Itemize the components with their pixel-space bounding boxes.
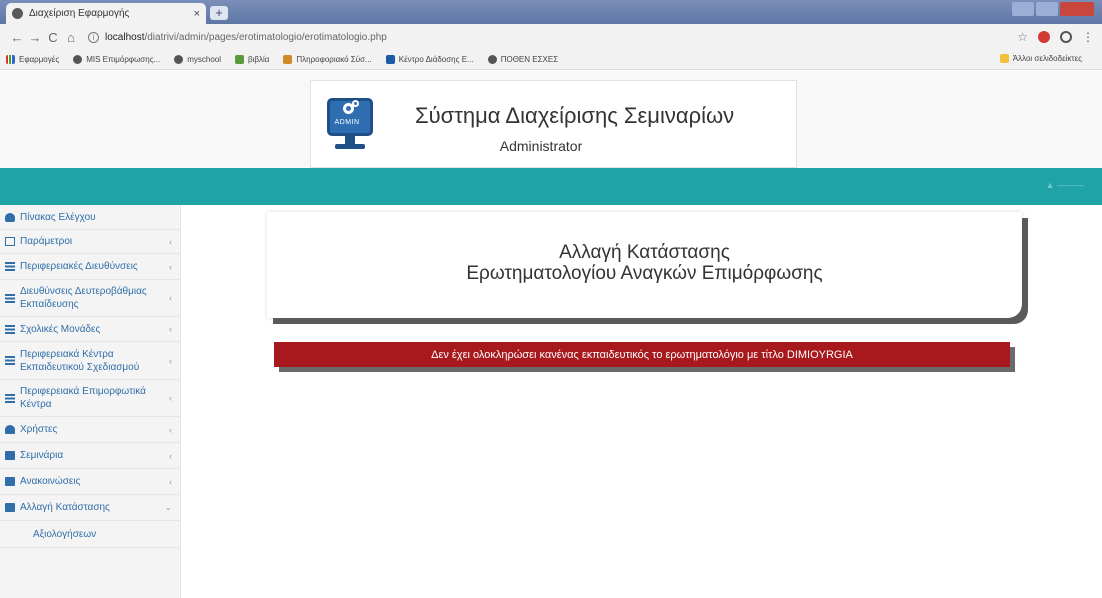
globe-icon: [12, 8, 23, 19]
parameters-icon: [5, 237, 15, 246]
globe-icon: [73, 55, 83, 64]
globe-icon: [174, 55, 184, 64]
list-icon: [5, 262, 15, 271]
bookmark-books[interactable]: βιβλία: [235, 55, 269, 64]
panel-heading-line1: Αλλαγή Κατάστασης: [559, 242, 730, 263]
browser-tab-bar: Διαχείριση Εφαρμογής × +: [0, 0, 1102, 24]
page-title: Σύστημα Διαχείρισης Σεμιναρίων: [415, 103, 735, 128]
forward-icon[interactable]: →: [26, 30, 44, 45]
panel-heading-line2: Ερωτηματολογίου Αναγκών Επιμόρφωσης: [466, 263, 823, 284]
sidebar-item-regional-directorates[interactable]: Περιφερειακές Διευθύνσεις ‹: [0, 254, 180, 280]
more-menu-icon[interactable]: ⋮: [1082, 30, 1094, 44]
chevron-left-icon: ‹: [169, 393, 172, 403]
chevron-left-icon: ‹: [169, 424, 172, 435]
globe-icon: [487, 55, 497, 64]
minimize-button[interactable]: [1012, 2, 1034, 16]
bookmarks-bar: Εφαρμογές MIS Επιμόρφωσης... myschool βι…: [0, 50, 1102, 70]
account-icon[interactable]: [1060, 31, 1072, 43]
sidebar-item-regional-planning-centers[interactable]: Περιφερειακά Κέντρα Εκπαιδευτικού Σχεδια…: [0, 342, 180, 380]
center-icon: [385, 55, 395, 64]
bookmark-pothen[interactable]: ΠΟΘΕΝ ΕΣΧΕΣ: [487, 55, 558, 64]
dashboard-icon: [5, 212, 15, 222]
status-change-panel: Αλλαγή Κατάστασης Ερωτηματολογίου Αναγκώ…: [267, 212, 1022, 318]
bookmark-apps[interactable]: Εφαρμογές: [6, 55, 59, 64]
reload-icon[interactable]: C: [44, 30, 62, 45]
page-subtitle: Administrator: [499, 138, 583, 154]
books-icon: [235, 55, 245, 64]
url-host: localhost: [105, 31, 145, 43]
folder-icon: [999, 54, 1009, 63]
sidebar-item-users[interactable]: Χρήστες ‹: [0, 417, 180, 443]
info-icon[interactable]: i: [88, 31, 99, 43]
chevron-left-icon: ‹: [169, 476, 172, 487]
chevron-left-icon: ‹: [169, 355, 172, 366]
adblock-icon[interactable]: [1038, 31, 1050, 43]
alert-text: Δεν έχει ολοκληρώσει κανένας εκπαιδευτικ…: [431, 348, 853, 361]
list-icon: [5, 324, 15, 334]
new-tab-button[interactable]: +: [210, 6, 228, 20]
bookmark-myschool[interactable]: myschool: [174, 55, 221, 64]
chevron-left-icon: ‹: [169, 450, 172, 461]
chevron-down-icon: ⌄: [164, 502, 172, 512]
folder-icon: [5, 451, 15, 460]
alert-message: Δεν έχει ολοκληρώσει κανένας εκπαιδευτικ…: [274, 342, 1010, 367]
window-controls: [1012, 2, 1094, 16]
sidebar: Πίνακας Ελέγχου Παράμετροι ‹ Περιφερειακ…: [0, 205, 181, 598]
chevron-left-icon: ‹: [169, 236, 172, 247]
list-icon: [5, 393, 15, 403]
back-icon[interactable]: ←: [8, 30, 26, 45]
other-bookmarks[interactable]: Άλλοι σελιδοδείκτες: [999, 54, 1082, 63]
chevron-left-icon: ‹: [169, 324, 172, 334]
list-icon: [5, 356, 15, 365]
user-menu-icon[interactable]: ▲ ———: [1046, 180, 1084, 190]
address-bar: ← → C ⌂ i localhost /diatrivi/admin/page…: [0, 24, 1102, 50]
folder-icon: [5, 503, 15, 512]
maximize-button[interactable]: [1036, 2, 1058, 16]
close-window-button[interactable]: [1060, 2, 1094, 16]
chevron-left-icon: ‹: [169, 293, 172, 303]
chevron-left-icon: ‹: [169, 261, 172, 272]
sidebar-item-status-change[interactable]: Αλλαγή Κατάστασης ⌄: [0, 495, 180, 521]
close-tab-icon[interactable]: ×: [194, 8, 200, 20]
bookmark-star-icon[interactable]: ☆: [1017, 30, 1028, 44]
browser-tab[interactable]: Διαχείριση Εφαρμογής ×: [6, 3, 206, 24]
bookmark-mis[interactable]: MIS Επιμόρφωσης...: [73, 55, 160, 64]
sidebar-item-secondary-directorates[interactable]: Διευθύνσεις Δευτεροβάθμιας Εκπαίδευσης ‹: [0, 280, 180, 317]
sidebar-item-parameters[interactable]: Παράμετροι ‹: [0, 230, 180, 254]
users-icon: [5, 425, 15, 434]
sidebar-item-dashboard[interactable]: Πίνακας Ελέγχου: [0, 205, 180, 230]
folder-icon: [5, 477, 15, 486]
sidebar-item-seminars[interactable]: Σεμινάρια ‹: [0, 443, 180, 469]
bookmark-info-system[interactable]: Πληροφοριακό Σύσ...: [283, 55, 372, 64]
sidebar-item-training-centers[interactable]: Περιφερειακά Επιμορφωτικά Κέντρα ‹: [0, 380, 180, 417]
sidebar-item-announcements[interactable]: Ανακοινώσεις ‹: [0, 469, 180, 495]
top-nav-bar: ▲ ———: [0, 168, 1102, 205]
brand-box: ADMIN Σύστημα Διαχείρισης Σεμιναρίων Adm…: [310, 80, 797, 168]
tab-title: Διαχείριση Εφαρμογής: [29, 8, 130, 19]
url-path: /diatrivi/admin/pages/erotimatologio/ero…: [144, 31, 387, 43]
sidebar-subitem-evaluations[interactable]: Αξιολογήσεων: [0, 521, 180, 548]
beta-icon: [283, 55, 293, 64]
url-field[interactable]: i localhost /diatrivi/admin/pages/erotim…: [88, 27, 1009, 47]
apps-icon: [6, 55, 15, 64]
bookmark-center[interactable]: Κέντρο Διάδοσης Ε...: [385, 55, 474, 64]
list-icon: [5, 293, 15, 303]
sidebar-item-schools[interactable]: Σχολικές Μονάδες ‹: [0, 317, 180, 342]
admin-logo-icon: ADMIN: [327, 98, 373, 152]
home-icon[interactable]: ⌂: [62, 30, 80, 45]
